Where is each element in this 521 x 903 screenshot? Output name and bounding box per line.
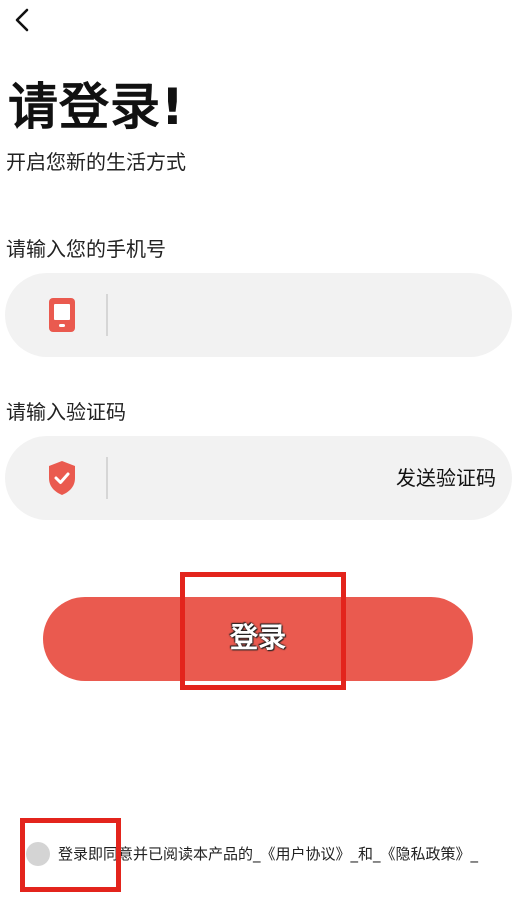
highlight-box-login [180,572,346,690]
field-divider [106,457,108,499]
code-label: 请输入验证码 [6,400,126,424]
agreement-text: 登录即同意并已阅读本产品的_《用户协议》_和_《隐私政策》_ [58,843,478,865]
send-code-button[interactable]: 发送验证码 [396,465,496,491]
phone-icon [49,298,75,332]
phone-field[interactable] [5,273,512,357]
agreement-connector: 和 [358,845,374,863]
chevron-left-icon [15,8,29,32]
page-title: 请登录! [8,78,185,136]
field-divider [106,294,108,336]
phone-input[interactable] [117,293,371,339]
page-subtitle: 开启您新的生活方式 [6,150,186,174]
phone-label: 请输入您的手机号 [6,237,166,261]
code-field[interactable]: 发送验证码 [5,436,512,520]
shield-check-icon [49,461,75,495]
user-agreement-link[interactable]: _《用户协议》_ [253,845,358,863]
back-button[interactable] [8,4,36,36]
highlight-box-agreement [20,818,121,892]
privacy-policy-link[interactable]: _《隐私政策》_ [373,845,478,863]
code-input[interactable] [117,456,371,502]
